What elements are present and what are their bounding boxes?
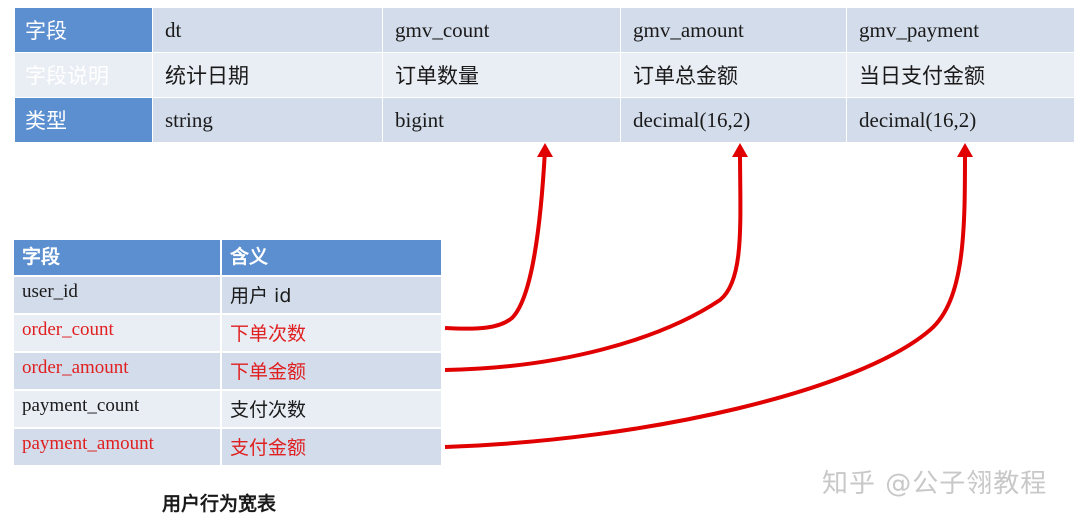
arrowhead-gmv-payment <box>957 143 973 157</box>
arrow-order-amount-to-gmv-amount <box>444 149 743 372</box>
arrowhead-gmv-amount <box>732 143 748 157</box>
watermark: 知乎 @公子翎教程 <box>822 469 1048 499</box>
arrow-order-count-to-gmv-count <box>444 149 547 331</box>
mapping-arrows <box>444 143 973 449</box>
arrowhead-gmv-count <box>537 143 553 157</box>
